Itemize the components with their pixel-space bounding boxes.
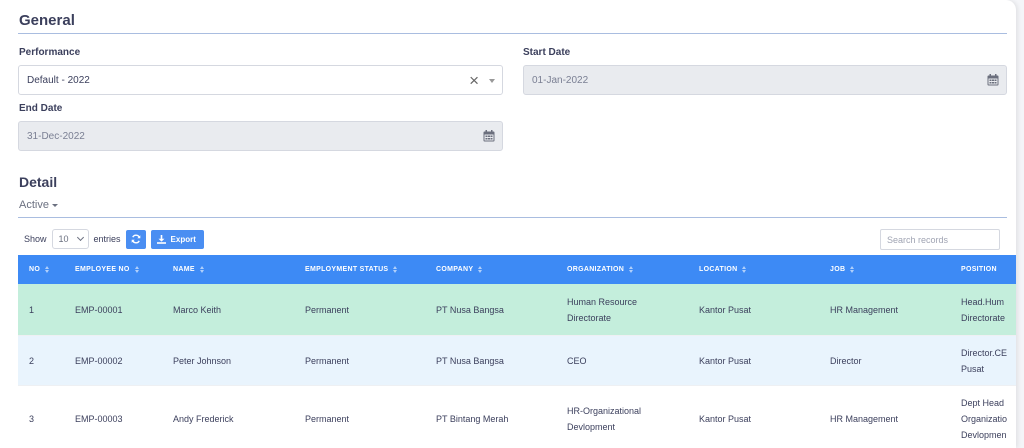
detail-divider bbox=[18, 217, 1007, 218]
cell-position: Head.Hum Directorate bbox=[961, 296, 1006, 323]
performance-label: Performance bbox=[19, 47, 81, 58]
column-header-location[interactable]: LOCATION bbox=[699, 262, 747, 278]
general-section-title: General bbox=[19, 12, 75, 29]
cell-organization: CEO bbox=[567, 355, 587, 366]
calendar-icon[interactable] bbox=[987, 74, 999, 86]
cell-employment-status: Permanent bbox=[305, 355, 350, 366]
start-date-value: 01-Jan-2022 bbox=[532, 74, 589, 86]
cell-employee-no: EMP-00001 bbox=[75, 304, 123, 315]
column-header-no[interactable]: NO bbox=[29, 262, 50, 278]
cell-employee-no: EMP-00002 bbox=[75, 355, 123, 366]
end-date-value: 31-Dec-2022 bbox=[27, 130, 85, 142]
start-date-field: 01-Jan-2022 bbox=[523, 65, 1007, 95]
caret-down-icon bbox=[51, 204, 58, 207]
entries-value: 10 bbox=[58, 234, 69, 244]
table-row[interactable]: 2 EMP-00002 Peter Johnson Permanent PT N… bbox=[18, 336, 1016, 386]
column-header-job[interactable]: JOB bbox=[830, 262, 855, 278]
employee-table: NO EMPLOYEE NO NAME EMPLOYMENT STATUS CO… bbox=[18, 255, 1016, 448]
sort-icon bbox=[393, 266, 398, 273]
clear-icon[interactable]: × bbox=[469, 72, 479, 89]
cell-job: Director bbox=[830, 355, 862, 366]
cell-employment-status: Permanent bbox=[305, 304, 350, 315]
cell-organization: HR-Organizational Devlopment bbox=[567, 405, 642, 432]
download-icon bbox=[156, 234, 166, 244]
cell-name: Andy Frederick bbox=[173, 413, 234, 424]
sort-icon bbox=[45, 266, 50, 273]
column-header-name[interactable]: NAME bbox=[173, 262, 204, 278]
performance-value: Default - 2022 bbox=[27, 74, 90, 86]
start-date-label: Start Date bbox=[523, 47, 571, 58]
cell-position: Dept Head Organizatio Devlopmen bbox=[961, 397, 1008, 440]
table-row[interactable]: 3 EMP-00003 Andy Frederick Permanent PT … bbox=[18, 386, 1016, 448]
calendar-icon[interactable] bbox=[483, 130, 495, 142]
show-label: Show bbox=[24, 234, 47, 244]
sort-icon bbox=[478, 266, 483, 273]
cell-location: Kantor Pusat bbox=[699, 413, 752, 424]
detail-section-title: Detail bbox=[19, 174, 58, 190]
cell-no: 1 bbox=[29, 304, 35, 315]
cell-job: HR Management bbox=[830, 413, 899, 424]
export-button[interactable]: Export bbox=[150, 229, 204, 249]
chevron-down-icon bbox=[76, 233, 84, 242]
entries-label: entries bbox=[93, 234, 121, 244]
entries-select[interactable]: 10 bbox=[51, 229, 89, 249]
main-card: General Performance Default - 2022 × Sta… bbox=[0, 0, 1016, 448]
search-records-input[interactable] bbox=[880, 229, 1000, 250]
cell-company: PT Nusa Bangsa bbox=[436, 355, 504, 366]
cell-company: PT Bintang Merah bbox=[436, 413, 509, 424]
performance-select[interactable]: Default - 2022 × bbox=[18, 65, 503, 95]
end-date-label: End Date bbox=[19, 103, 63, 114]
sort-icon bbox=[742, 266, 747, 273]
refresh-icon bbox=[131, 234, 140, 244]
export-label: Export bbox=[170, 234, 196, 244]
active-filter-dropdown[interactable]: Active bbox=[19, 199, 58, 211]
end-date-field: 31-Dec-2022 bbox=[18, 121, 503, 151]
column-header-employee-no[interactable]: EMPLOYEE NO bbox=[75, 262, 139, 278]
sort-icon bbox=[629, 266, 634, 273]
dropdown-caret-icon[interactable] bbox=[489, 79, 495, 83]
sort-icon bbox=[199, 266, 204, 273]
column-header-organization[interactable]: ORGANIZATION bbox=[567, 262, 634, 278]
column-header-position[interactable]: POSITION bbox=[961, 262, 997, 278]
cell-name: Marco Keith bbox=[173, 304, 222, 315]
cell-no: 3 bbox=[29, 413, 35, 424]
cell-location: Kantor Pusat bbox=[699, 355, 752, 366]
cell-employment-status: Permanent bbox=[305, 413, 350, 424]
cell-location: Kantor Pusat bbox=[699, 304, 752, 315]
table-row[interactable]: 1 EMP-00001 Marco Keith Permanent PT Nus… bbox=[18, 284, 1016, 336]
column-header-employment-status[interactable]: EMPLOYMENT STATUS bbox=[305, 262, 398, 278]
sort-icon bbox=[134, 266, 139, 273]
cell-company: PT Nusa Bangsa bbox=[436, 304, 504, 315]
cell-no: 2 bbox=[29, 355, 35, 366]
refresh-button[interactable] bbox=[125, 229, 146, 249]
cell-name: Peter Johnson bbox=[173, 355, 232, 366]
sort-icon bbox=[850, 266, 855, 273]
cell-job: HR Management bbox=[830, 304, 899, 315]
column-header-company[interactable]: COMPANY bbox=[436, 262, 483, 278]
table-toolbar: Show 10 entries Export bbox=[24, 229, 204, 249]
cell-organization: Human Resource Directorate bbox=[567, 296, 638, 323]
active-filter-label: Active bbox=[19, 199, 49, 211]
cell-position: Director.CE Pusat bbox=[961, 347, 1008, 374]
general-divider bbox=[18, 33, 1007, 34]
cell-employee-no: EMP-00003 bbox=[75, 413, 123, 424]
table-header: NO EMPLOYEE NO NAME EMPLOYMENT STATUS CO… bbox=[18, 255, 1016, 284]
